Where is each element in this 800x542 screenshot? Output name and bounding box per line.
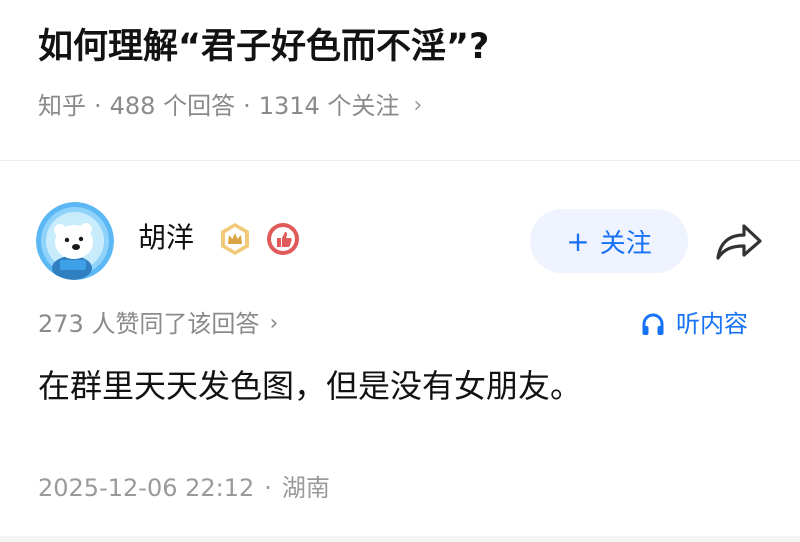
listen-label: 听内容 xyxy=(676,310,748,338)
listen-button[interactable]: 听内容 xyxy=(640,306,748,342)
plus-icon: + xyxy=(566,224,590,258)
headphones-icon xyxy=(642,313,664,335)
follow-button-label: 关注 xyxy=(599,228,652,259)
question-meta[interactable]: 知乎 · 488 个回答 · 1314 个关注 › xyxy=(38,88,422,124)
source-label: 知乎 xyxy=(38,92,86,120)
meta-separator: · xyxy=(243,92,251,120)
chevron-right-icon: › xyxy=(413,93,423,118)
answer-content[interactable]: 在群里天天发色图，但是没有女朋友。 xyxy=(38,362,582,410)
follow-button[interactable]: + 关注 xyxy=(530,209,688,273)
polar-bear-avatar-icon xyxy=(36,202,114,280)
share-arrow-icon[interactable] xyxy=(712,220,764,264)
author-name[interactable]: 胡洋 xyxy=(138,218,194,258)
meta-separator: · xyxy=(94,92,102,120)
author-avatar[interactable] xyxy=(36,202,114,280)
follower-count: 1314 个关注 xyxy=(258,92,400,120)
answer-timestamp: 2025-12-06 22:12 xyxy=(38,474,255,502)
chevron-right-icon: › xyxy=(269,311,279,336)
answer-location: 湖南 xyxy=(281,474,330,502)
crown-badge-icon xyxy=(218,222,252,256)
question-title[interactable]: 如何理解“君子好色而不淫”? xyxy=(38,22,489,72)
thumbs-up-badge-icon xyxy=(266,222,300,256)
answer-meta: 2025-12-06 22:12 · 湖南 xyxy=(38,470,330,506)
upvote-count: 273 人赞同了该回答 xyxy=(38,310,260,338)
bottom-divider xyxy=(0,536,800,542)
upvote-summary[interactable]: 273 人赞同了该回答 › xyxy=(38,306,278,342)
section-divider xyxy=(0,160,800,161)
meta-separator: · xyxy=(264,474,272,502)
answer-count: 488 个回答 xyxy=(109,92,236,120)
